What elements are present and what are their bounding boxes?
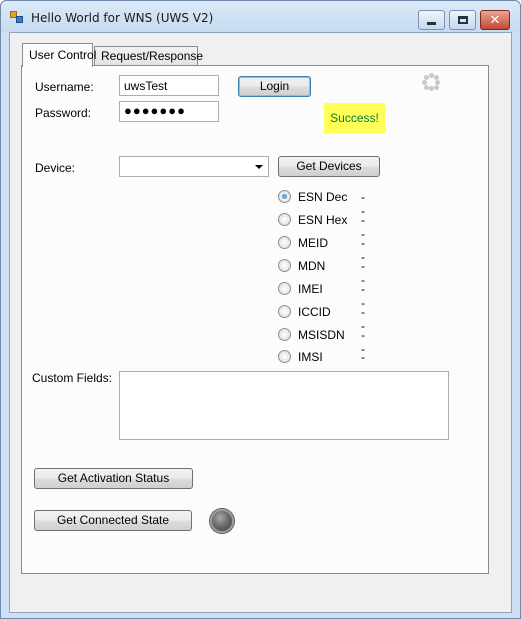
password-input[interactable]: ●●●●●●● [119, 101, 219, 122]
custom-fields-textarea[interactable] [119, 371, 449, 440]
radio-button[interactable] [278, 282, 291, 295]
chevron-down-icon [255, 165, 263, 169]
minimize-icon [427, 21, 436, 25]
user-control-panel: Username: Login Success! Password: ●●●●●… [21, 65, 489, 574]
maximize-icon [457, 16, 468, 24]
loading-spinner-icon [422, 73, 440, 91]
close-button[interactable]: ✕ [480, 10, 510, 30]
get-activation-status-button[interactable]: Get Activation Status [34, 468, 193, 489]
window-title: Hello World for WNS (UWS V2) [31, 11, 214, 25]
close-icon: ✕ [489, 12, 501, 28]
radio-label: ESN Hex [298, 213, 348, 227]
radio-label: ESN Dec [298, 190, 348, 204]
radio-button[interactable] [278, 213, 291, 226]
device-label: Device: [35, 161, 76, 175]
radio-button[interactable] [278, 236, 291, 249]
radio-button-checked[interactable] [278, 190, 291, 203]
username-label: Username: [35, 80, 94, 94]
tab-request-response[interactable]: Request/Response [94, 46, 203, 65]
radio-label: IMEI [298, 282, 323, 296]
radio-label: IMSI [298, 350, 323, 364]
device-select[interactable] [119, 156, 269, 177]
radio-label: MEID [298, 236, 328, 250]
radio-label: MSISDN [298, 328, 345, 342]
radio-label: ICCID [298, 305, 331, 319]
client-area: User Control Request/Response Username: … [9, 32, 512, 613]
login-button[interactable]: Login [238, 76, 311, 97]
status-led-icon [210, 509, 234, 533]
custom-fields-label: Custom Fields: [32, 371, 113, 385]
maximize-button[interactable] [449, 10, 476, 30]
radio-button[interactable] [278, 328, 291, 341]
username-input[interactable] [119, 75, 219, 96]
password-label: Password: [35, 106, 92, 120]
app-icon[interactable] [10, 11, 24, 23]
title-bar[interactable]: Hello World for WNS (UWS V2) ✕ [1, 1, 520, 32]
radio-label: MDN [298, 259, 326, 273]
radio-button[interactable] [278, 305, 291, 318]
login-status-label: Success! [324, 103, 385, 133]
get-connected-state-button[interactable]: Get Connected State [34, 510, 192, 531]
radio-button[interactable] [278, 259, 291, 272]
app-window: Hello World for WNS (UWS V2) ✕ User Cont… [0, 0, 521, 619]
get-devices-button[interactable]: Get Devices [278, 156, 380, 177]
radio-button[interactable] [278, 350, 291, 363]
minimize-button[interactable] [418, 10, 445, 30]
tab-user-control[interactable]: User Control [22, 43, 96, 67]
